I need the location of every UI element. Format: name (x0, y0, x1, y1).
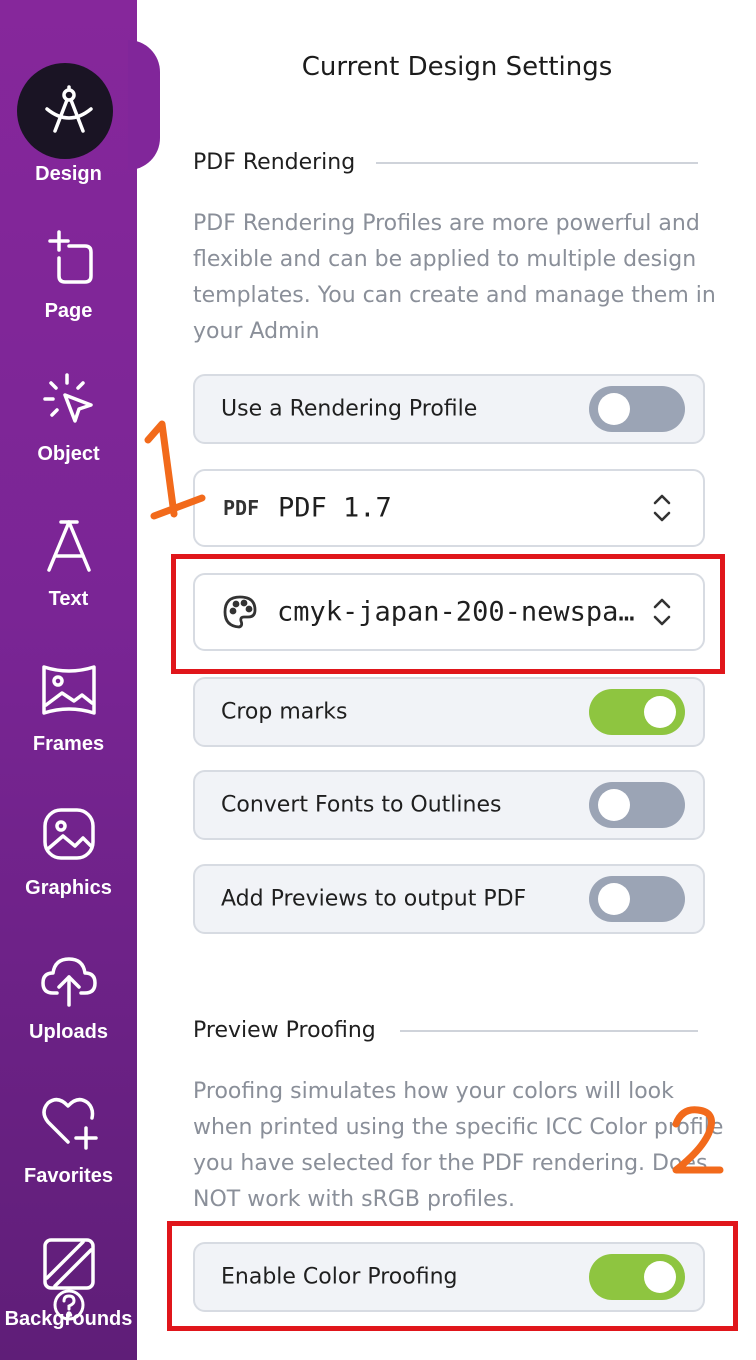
cursor-sparkle-icon (42, 373, 93, 423)
sidebar-item-label: Graphics (25, 877, 112, 899)
section-divider (400, 1030, 698, 1032)
pdf-version-value: PDF 1.7 (278, 492, 392, 524)
sidebar-item-uploads[interactable]: Uploads (0, 945, 137, 1055)
convert-fonts-row: Convert Fonts to Outlines (193, 770, 705, 840)
sidebar-item-text[interactable]: Text (0, 510, 137, 620)
sidebar-item-label: Page (44, 300, 93, 322)
sidebar-item-design[interactable]: Design (0, 63, 137, 193)
annotation-number-two (672, 1106, 724, 1174)
sidebar-item-label: Design (35, 163, 102, 185)
sidebar-item-backgrounds[interactable]: Backgrounds (0, 1232, 137, 1342)
sidebar-item-label: Object (37, 443, 100, 465)
sidebar-item-frames[interactable]: Frames (0, 655, 137, 765)
sidebar-item-label: Favorites (24, 1165, 113, 1187)
chevron-updown-icon (653, 494, 671, 522)
sidebar-item-label: Frames (32, 733, 105, 755)
sidebar-item-label: Uploads (29, 1021, 108, 1043)
section-heading-preview-proofing: Preview Proofing (193, 1018, 376, 1043)
highlight-box-color-profile (171, 554, 725, 674)
preview-proofing-description: Proofing simulates how your colors will … (193, 1079, 724, 1212)
pdf-tag-icon: PDF (223, 496, 260, 520)
cloud-upload-icon (40, 957, 97, 1007)
highlight-box-color-proofing (167, 1221, 738, 1331)
sidebar-item-label: Text (48, 588, 89, 610)
pdf-rendering-description: PDF Rendering Profiles are more powerful… (193, 211, 716, 344)
toggle-knob (598, 883, 630, 915)
crop-marks-label: Crop marks (221, 699, 348, 725)
add-previews-row: Add Previews to output PDF (193, 864, 705, 934)
page-title: Current Design Settings (301, 52, 613, 82)
background-icon (42, 1238, 95, 1290)
page-icon (47, 230, 93, 284)
use-rendering-profile-row: Use a Rendering Profile (193, 374, 705, 444)
section-heading-pdf-rendering: PDF Rendering (193, 150, 356, 175)
sidebar-item-graphics[interactable]: Graphics (0, 800, 137, 910)
crop-marks-toggle[interactable] (589, 689, 685, 735)
add-previews-label: Add Previews to output PDF (221, 886, 527, 912)
sidebar-item-label: Backgrounds (4, 1308, 133, 1330)
crop-marks-row: Crop marks (193, 677, 705, 747)
section-divider (376, 162, 698, 164)
frame-image-icon (41, 665, 96, 715)
use-rendering-profile-toggle[interactable] (589, 386, 685, 432)
sidebar-item-favorites[interactable]: Favorites (0, 1090, 137, 1200)
toggle-knob (598, 789, 630, 821)
compass-icon (44, 85, 93, 133)
convert-fonts-label: Convert Fonts to Outlines (221, 792, 502, 818)
pdf-version-select[interactable]: PDF PDF 1.7 (193, 469, 705, 547)
toggle-knob (644, 696, 676, 728)
annotation-number-one (144, 420, 206, 520)
sidebar-item-page[interactable]: Page (0, 220, 137, 330)
heart-plus-icon (41, 1097, 98, 1150)
convert-fonts-toggle[interactable] (589, 782, 685, 828)
use-rendering-profile-label: Use a Rendering Profile (221, 396, 478, 422)
graphics-icon (42, 808, 95, 860)
sidebar-item-object[interactable]: Object (0, 365, 137, 475)
toggle-knob (598, 393, 630, 425)
add-previews-toggle[interactable] (589, 876, 685, 922)
text-icon (46, 520, 91, 572)
